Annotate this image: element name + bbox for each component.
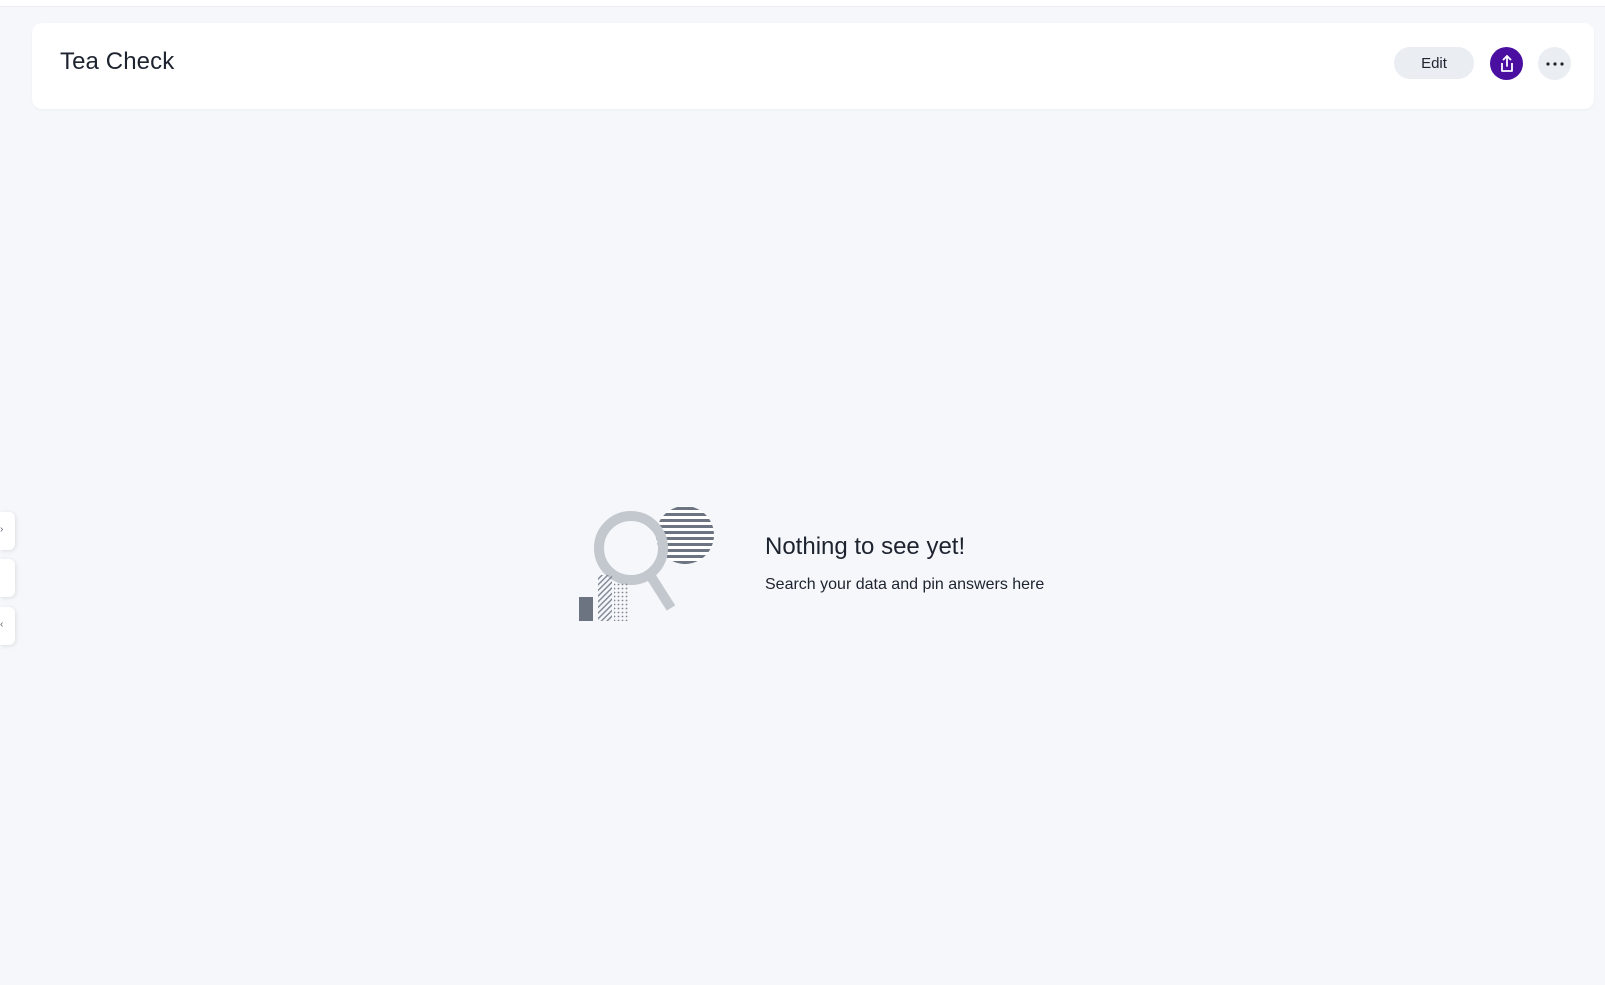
more-icon xyxy=(1545,61,1564,66)
search-chart-illustration xyxy=(579,506,714,621)
chevron-right-icon: › xyxy=(0,524,4,535)
more-options-button[interactable] xyxy=(1538,47,1571,80)
chevron-left-icon: ‹ xyxy=(0,619,4,630)
page-title: Tea Check xyxy=(60,48,175,75)
empty-state-subtitle: Search your data and pin answers here xyxy=(765,576,1045,593)
edit-button[interactable]: Edit xyxy=(1394,47,1474,79)
top-strip xyxy=(0,0,1605,7)
share-icon xyxy=(1500,54,1513,72)
side-tab-middle[interactable] xyxy=(0,559,15,597)
side-tab-collapse[interactable]: ‹ xyxy=(0,607,15,645)
side-tab-expand[interactable]: › xyxy=(0,512,15,550)
share-button[interactable] xyxy=(1490,47,1523,80)
pinboard-header: Tea Check Edit xyxy=(32,23,1594,109)
empty-state: Nothing to see yet! Search your data and… xyxy=(577,503,1057,628)
empty-state-title: Nothing to see yet! xyxy=(765,533,966,560)
